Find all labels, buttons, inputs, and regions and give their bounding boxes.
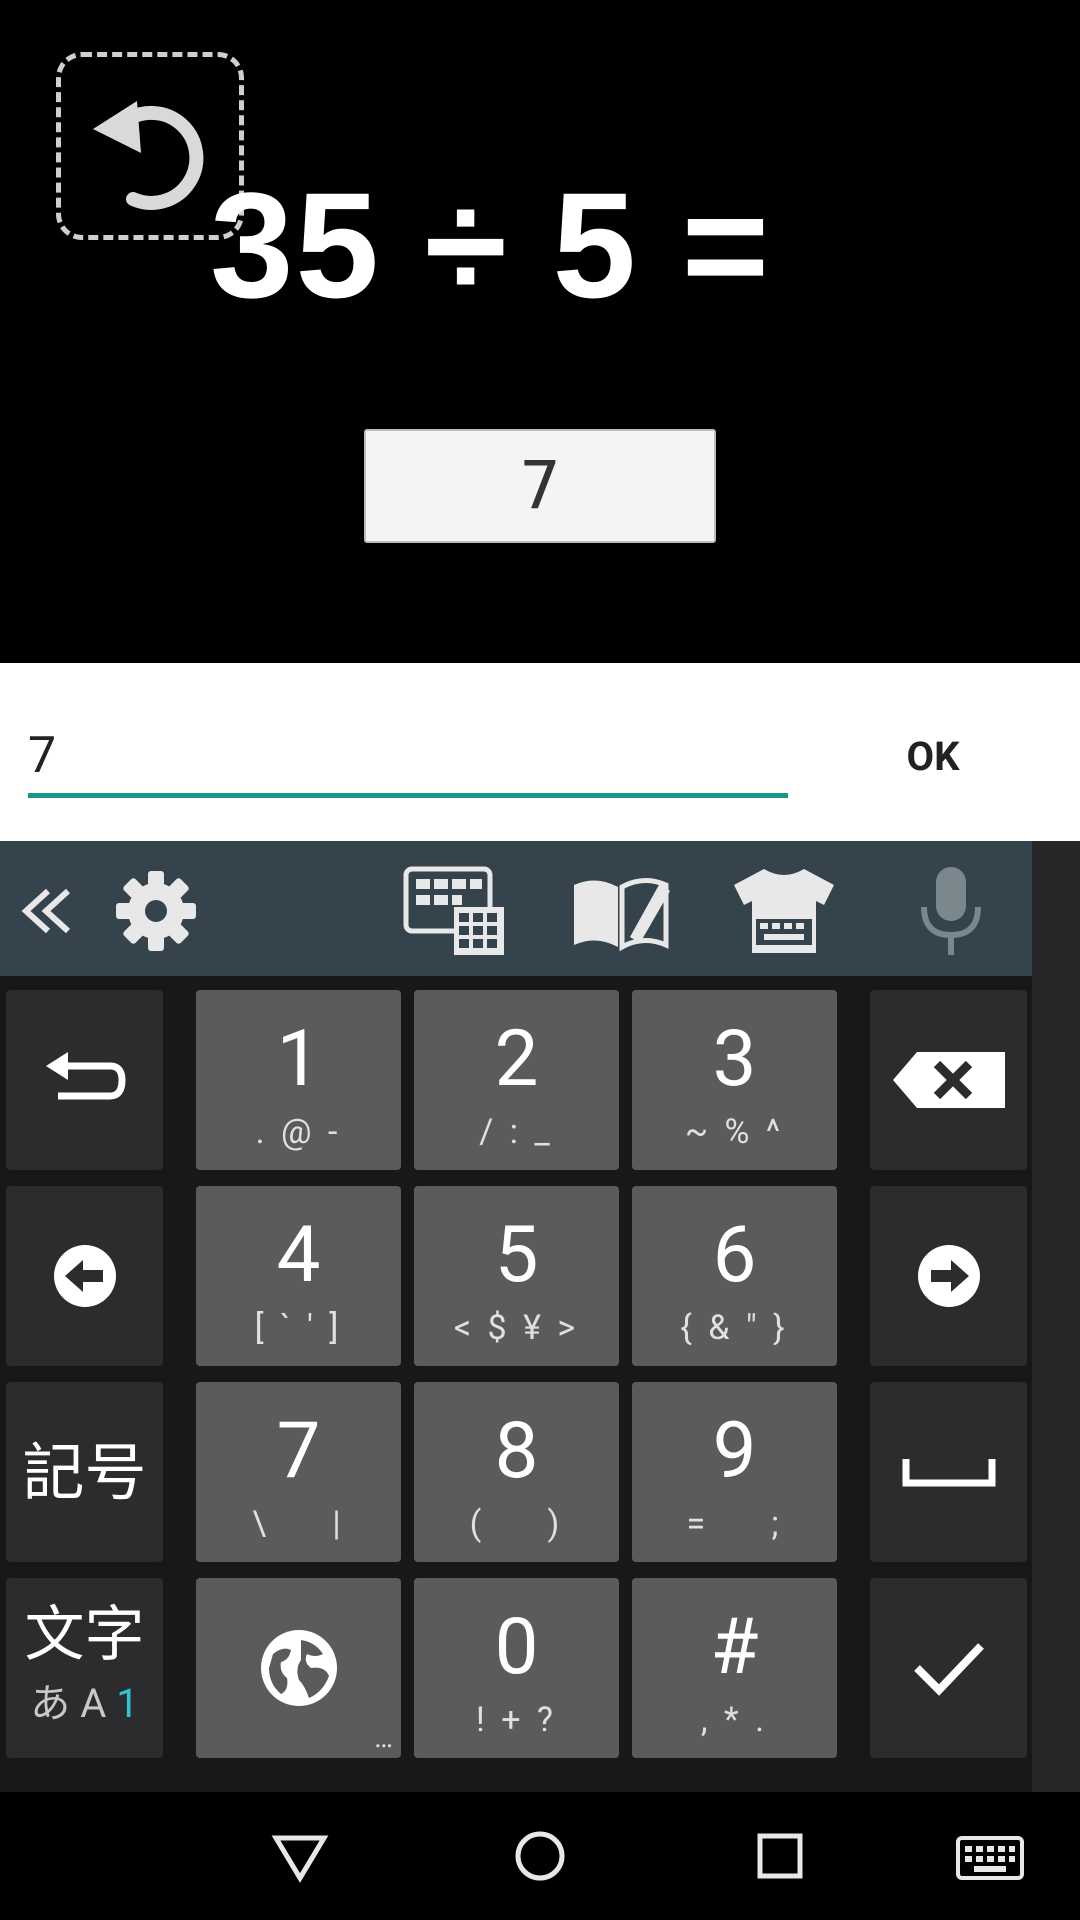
- keyboard-side-panel: [1032, 841, 1080, 1792]
- backspace-key[interactable]: [870, 990, 1027, 1170]
- screen: 35 ÷ 5 = 7 7 OK 記号 文字 あ A 1 1 . @ - 2 / …: [0, 0, 1080, 1920]
- key-main-label: 8: [494, 1406, 539, 1497]
- more-languages-indicator: …: [374, 1721, 393, 1754]
- key-main-label: 3: [712, 1014, 757, 1105]
- dictionary-edit-icon[interactable]: [568, 863, 672, 959]
- keypad-layout-icon[interactable]: [402, 863, 506, 959]
- theme-shirt-icon[interactable]: [730, 863, 838, 959]
- key-8[interactable]: 8 ( ): [414, 1382, 619, 1562]
- keyboard-toolbar: [0, 841, 1032, 976]
- globe-icon: [260, 1630, 337, 1706]
- navigation-bar: [0, 1792, 1080, 1920]
- input-underline: [28, 793, 788, 798]
- active-mode-indicator: 1: [116, 1680, 139, 1727]
- space-icon: [902, 1459, 995, 1487]
- cursor-right-key[interactable]: [870, 1186, 1027, 1366]
- key-main-label: 9: [712, 1406, 757, 1497]
- answer-input-dialog: 7 OK: [0, 663, 1080, 841]
- key-sub-label: = ;: [686, 1504, 783, 1544]
- symbol-key-label: 記号: [22, 1437, 147, 1510]
- key-main-label: 1: [276, 1014, 321, 1105]
- soft-keyboard: 記号 文字 あ A 1 1 . @ - 2 / : _ 3 ~ % ^ 4 [ ` ' …: [0, 841, 1032, 1792]
- key-0[interactable]: 0 ! + ?: [414, 1578, 619, 1758]
- arrow-left-circle-icon: [53, 1245, 116, 1307]
- mode-options-text: あ A: [30, 1680, 117, 1727]
- key-sub-label: , * .: [700, 1700, 769, 1740]
- key-sub-label: / : _: [479, 1112, 554, 1152]
- key-main-label: 7: [276, 1406, 321, 1497]
- key-main-label: #: [710, 1602, 759, 1693]
- key-sub-label: ! + ?: [476, 1700, 557, 1740]
- recents-nav-button[interactable]: [740, 1816, 820, 1896]
- keyboard-icon: [956, 1836, 1024, 1880]
- key-sub-label: [ ` ' ]: [254, 1308, 343, 1348]
- key-main-label: 5: [494, 1210, 539, 1301]
- recents-square-icon: [757, 1833, 803, 1879]
- space-key[interactable]: [870, 1382, 1027, 1562]
- answer-input[interactable]: 7: [28, 721, 788, 791]
- settings-gear-icon[interactable]: [108, 863, 204, 959]
- undo-icon: [93, 101, 204, 210]
- key-hash[interactable]: # , * .: [632, 1578, 837, 1758]
- equation-text: 35 ÷ 5 =: [210, 161, 772, 329]
- enter-key[interactable]: [870, 1578, 1027, 1758]
- collapse-toolbar-icon[interactable]: [18, 863, 78, 959]
- arrow-right-circle-icon: [917, 1245, 980, 1307]
- key-sub-label: . @ -: [255, 1112, 342, 1152]
- key-7[interactable]: 7 \ |: [196, 1382, 401, 1562]
- key-sub-label: \ |: [252, 1504, 345, 1544]
- back-triangle-icon: [271, 1835, 329, 1883]
- key-1[interactable]: 1 . @ -: [196, 990, 401, 1170]
- quiz-area: 35 ÷ 5 = 7: [0, 0, 1080, 663]
- checkmark-icon: [913, 1643, 984, 1696]
- key-sub-label: { & " }: [680, 1308, 789, 1348]
- key-2[interactable]: 2 / : _: [414, 990, 619, 1170]
- ok-button[interactable]: OK: [880, 719, 986, 795]
- backspace-icon: [892, 1052, 1005, 1108]
- key-9[interactable]: 9 = ;: [632, 1382, 837, 1562]
- key-main-label: 6: [712, 1210, 757, 1301]
- symbol-key[interactable]: 記号: [6, 1382, 163, 1562]
- key-sub-label: ( ): [469, 1504, 564, 1544]
- keyboard-keys: 記号 文字 あ A 1 1 . @ - 2 / : _ 3 ~ % ^ 4 [ ` ' …: [0, 976, 1032, 1792]
- home-nav-button[interactable]: [500, 1816, 580, 1896]
- cursor-left-key[interactable]: [6, 1186, 163, 1366]
- key-main-label: 4: [276, 1210, 321, 1301]
- key-sub-label: < $ ¥ >: [453, 1308, 580, 1348]
- mode-key-top-label: 文字: [24, 1599, 145, 1670]
- key-5[interactable]: 5 < $ ¥ >: [414, 1186, 619, 1366]
- mode-key-bottom-label: あ A 1: [6, 1682, 163, 1726]
- back-nav-button[interactable]: [260, 1816, 340, 1896]
- key-main-label: 0: [494, 1602, 539, 1693]
- language-globe-key[interactable]: …: [196, 1578, 401, 1758]
- key-main-label: 2: [494, 1014, 539, 1105]
- home-circle-icon: [515, 1831, 565, 1881]
- undo-key[interactable]: [6, 990, 163, 1170]
- undo-arrow-icon: [45, 1052, 126, 1100]
- key-6[interactable]: 6 { & " }: [632, 1186, 837, 1366]
- key-sub-label: ~ % ^: [684, 1112, 785, 1152]
- keyboard-switch-nav-button[interactable]: [950, 1816, 1030, 1896]
- key-3[interactable]: 3 ~ % ^: [632, 990, 837, 1170]
- key-4[interactable]: 4 [ ` ' ]: [196, 1186, 401, 1366]
- answer-box[interactable]: 7: [364, 429, 716, 543]
- microphone-icon[interactable]: [906, 863, 996, 959]
- input-mode-key[interactable]: 文字 あ A 1: [6, 1578, 163, 1758]
